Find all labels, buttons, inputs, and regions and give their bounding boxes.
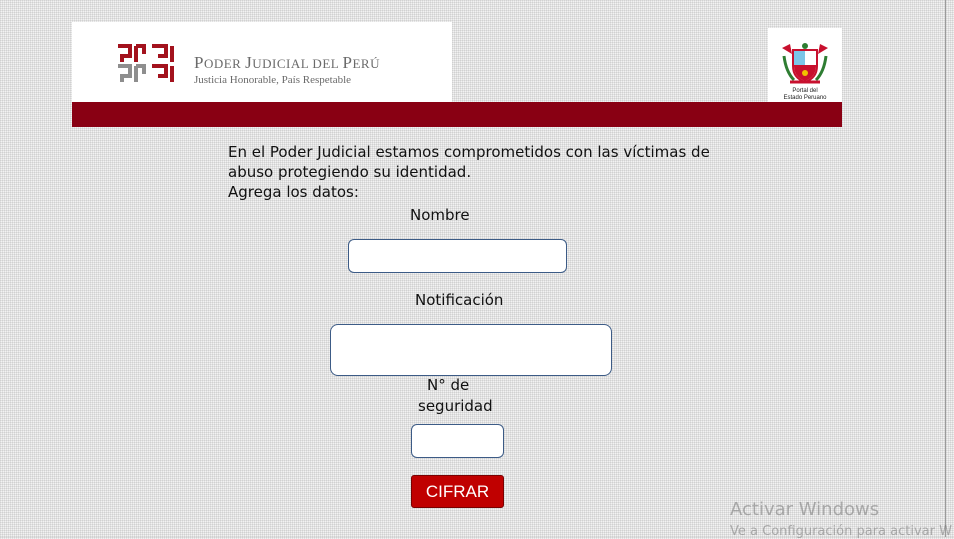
header-bar xyxy=(72,102,842,127)
portal-estado-peruano-logo[interactable]: Portal del Estado Peruano xyxy=(768,28,842,102)
portal-caption: Portal del Estado Peruano xyxy=(783,88,827,101)
nombre-label: Nombre xyxy=(410,206,470,224)
nombre-input[interactable] xyxy=(348,239,567,273)
notificacion-input[interactable] xyxy=(330,324,612,376)
page-right-border xyxy=(945,0,946,537)
notificacion-label: Notificación xyxy=(415,291,504,309)
seguridad-label-line2: seguridad xyxy=(418,397,493,415)
seguridad-label-line1: N° de xyxy=(427,376,470,394)
brand-subtitle: Justicia Honorable, País Respetable xyxy=(194,74,352,86)
cifrar-button[interactable]: CIFRAR xyxy=(411,475,504,508)
brand-title: PODER JUDICIAL DEL PERÚ xyxy=(194,53,380,72)
coat-of-arms-icon xyxy=(782,43,828,84)
activation-watermark-title: Activar Windows xyxy=(730,499,880,520)
poder-judicial-logo: PODER JUDICIAL DEL PERÚ Justicia Honorab… xyxy=(72,22,452,102)
intro-text: En el Poder Judicial estamos comprometid… xyxy=(228,143,710,201)
seguridad-input[interactable] xyxy=(411,424,504,458)
poder-judicial-emblem-icon xyxy=(118,44,174,82)
